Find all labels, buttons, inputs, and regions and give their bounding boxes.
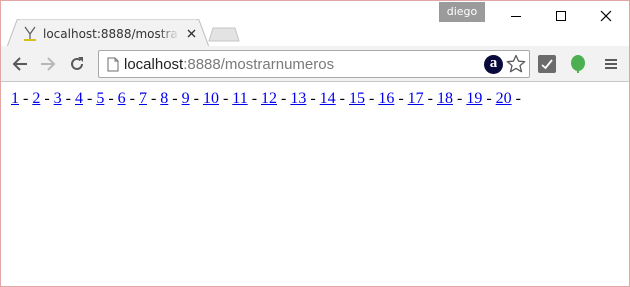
link-separator: -: [218, 90, 233, 107]
number-link[interactable]: 19: [466, 90, 482, 107]
url-path: :8888/mostrarnumeros: [183, 56, 335, 73]
number-link[interactable]: 15: [349, 90, 365, 107]
number-link[interactable]: 3: [54, 90, 62, 107]
url-text[interactable]: localhost:8888/mostrarnumeros: [124, 56, 334, 73]
number-link[interactable]: 6: [118, 90, 126, 107]
link-separator: -: [394, 90, 408, 107]
tab-close-button[interactable]: [184, 26, 198, 40]
link-separator: -: [40, 90, 54, 107]
link-separator: -: [511, 90, 521, 107]
link-separator: -: [482, 90, 496, 107]
bookmark-button[interactable]: [506, 54, 526, 74]
number-link[interactable]: 12: [261, 90, 277, 107]
minimize-icon: [511, 16, 521, 17]
reload-button[interactable]: [65, 52, 89, 76]
browser-window: diego localhost:8888/mostra localhost:88…: [0, 0, 630, 287]
amazon-extension-icon[interactable]: a: [484, 55, 503, 74]
number-link[interactable]: 10: [203, 90, 219, 107]
star-icon: [506, 54, 526, 73]
maximize-button[interactable]: [538, 1, 584, 31]
arrow-left-icon: [12, 57, 27, 71]
link-separator: -: [61, 90, 75, 107]
link-separator: -: [452, 90, 467, 107]
link-separator: -: [82, 90, 97, 107]
number-link[interactable]: 16: [378, 90, 394, 107]
link-separator: -: [168, 90, 182, 107]
new-tab-button[interactable]: [208, 27, 240, 42]
address-bar[interactable]: localhost:8888/mostrarnumeros a: [98, 50, 530, 78]
link-separator: -: [146, 90, 161, 107]
link-separator: -: [306, 90, 320, 107]
maximize-icon: [556, 11, 566, 21]
forward-button[interactable]: [36, 52, 60, 76]
number-link[interactable]: 9: [182, 90, 190, 107]
arrow-right-icon: [41, 57, 56, 71]
back-button[interactable]: [8, 52, 32, 76]
evernote-icon: [571, 55, 585, 73]
link-separator: -: [247, 90, 262, 107]
number-link[interactable]: 1: [11, 90, 19, 107]
close-icon: [600, 10, 612, 22]
check-extension-button[interactable]: [536, 53, 558, 75]
tab-title: localhost:8888/mostrarnumeros: [43, 27, 179, 41]
minimize-button[interactable]: [493, 1, 539, 31]
number-link[interactable]: 13: [290, 90, 306, 107]
reload-icon: [71, 57, 83, 70]
link-separator: -: [423, 90, 437, 107]
link-separator: -: [277, 90, 291, 107]
url-host: localhost: [124, 56, 184, 73]
menu-button[interactable]: [600, 53, 622, 75]
close-icon: [187, 29, 195, 37]
link-separator: -: [335, 90, 349, 107]
link-separator: -: [19, 90, 33, 107]
number-link[interactable]: 7: [139, 90, 147, 107]
number-link[interactable]: 17: [408, 90, 424, 107]
link-separator: -: [189, 90, 203, 107]
number-link[interactable]: 14: [320, 90, 336, 107]
close-window-button[interactable]: [583, 1, 629, 31]
number-link[interactable]: 11: [232, 90, 247, 107]
link-separator: -: [104, 90, 118, 107]
page-icon: [107, 57, 119, 72]
favicon-icon: [24, 26, 36, 41]
evernote-extension-button[interactable]: [567, 53, 589, 75]
page-content: 1 - 2 - 3 - 4 - 5 - 6 - 7 - 8 - 9 - 10 -…: [1, 83, 629, 286]
toolbar: localhost:8888/mostrarnumeros a: [1, 46, 629, 82]
number-link[interactable]: 4: [75, 90, 83, 107]
link-separator: -: [365, 90, 379, 107]
profile-badge[interactable]: diego: [439, 2, 485, 22]
title-bar: diego localhost:8888/mostra: [1, 1, 629, 47]
number-link[interactable]: 20: [496, 90, 512, 107]
hamburger-menu-icon: [605, 59, 617, 69]
link-separator: -: [125, 90, 139, 107]
checkmark-extension-icon: [538, 55, 556, 73]
number-link[interactable]: 18: [437, 90, 453, 107]
number-links-list: 1 - 2 - 3 - 4 - 5 - 6 - 7 - 8 - 9 - 10 -…: [11, 90, 521, 108]
